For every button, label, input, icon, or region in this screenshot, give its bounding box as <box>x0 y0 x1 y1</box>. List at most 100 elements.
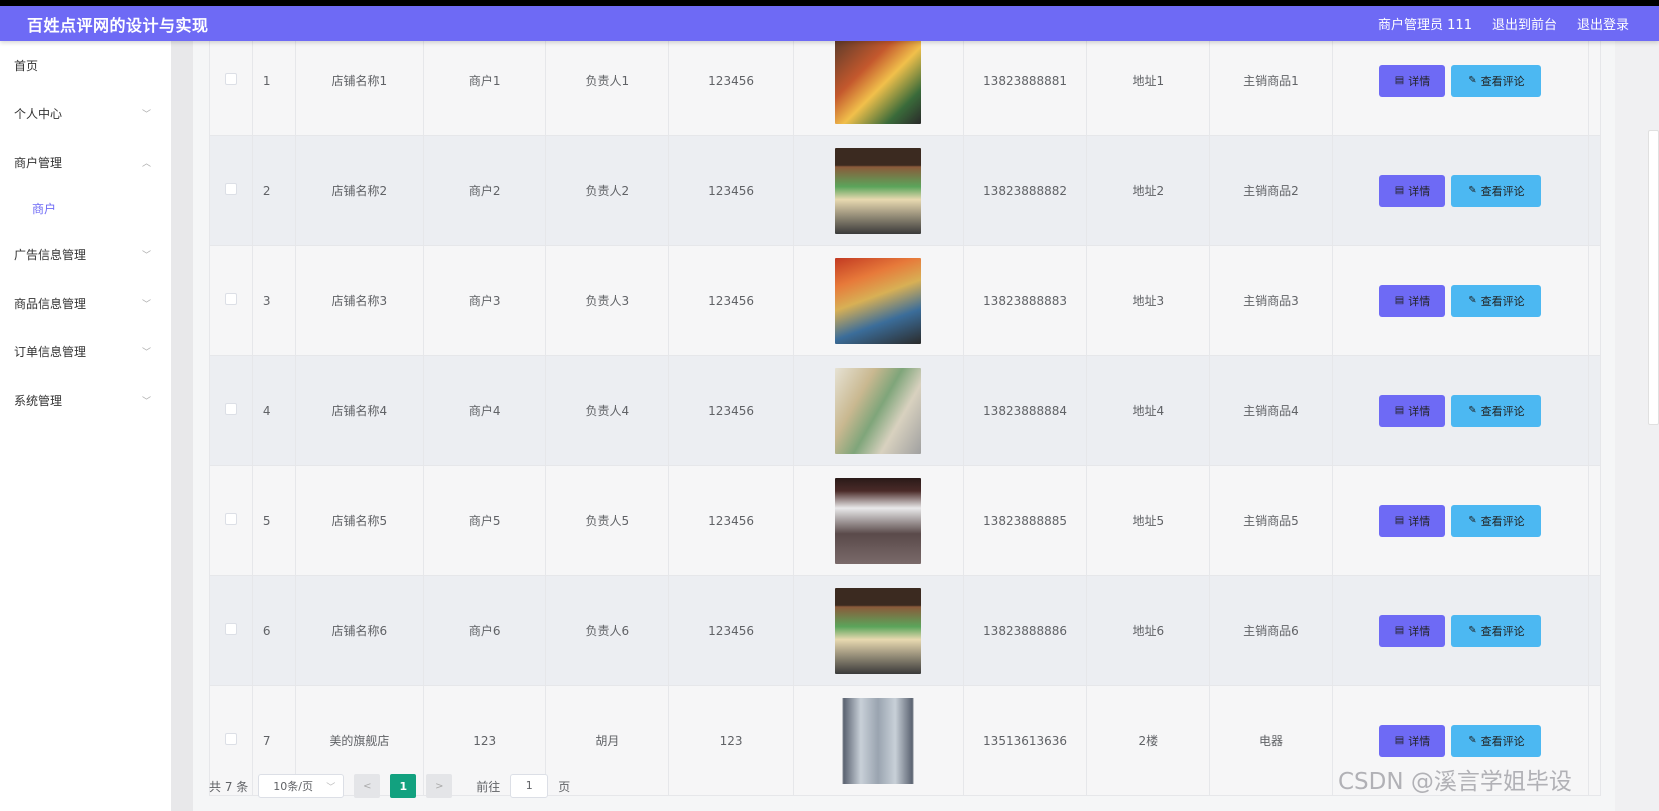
sidebar-item-label: 广告信息管理 <box>14 248 87 263</box>
view-reviews-label: 查看评论 <box>1480 184 1525 198</box>
shop-image-cell <box>792 25 964 136</box>
main-goods-cell: 主销商品5 <box>1209 465 1333 576</box>
edit-icon: ✎ <box>1468 515 1477 526</box>
table-row: 1 店铺名称1 商户1 负责人1 123456 13823888881 地址1 主销商品1 ▤ 详… <box>209 25 1601 136</box>
shop-image <box>835 147 922 234</box>
row-checkbox[interactable] <box>224 293 237 305</box>
view-reviews-button[interactable]: ✎ 查看评论 <box>1451 394 1542 427</box>
sidebar-item-ad-management[interactable]: 广告信息管理 ﹀ <box>0 231 171 280</box>
view-reviews-label: 查看评论 <box>1480 734 1525 748</box>
detail-button-label: 详情 <box>1408 734 1431 748</box>
prev-page-button[interactable]: < <box>354 774 381 798</box>
row-checkbox[interactable] <box>224 733 237 745</box>
main-content: 1 店铺名称1 商户1 负责人1 123456 13823888881 地址1 主销商品1 ▤ 详… <box>193 25 1615 811</box>
view-reviews-button[interactable]: ✎ 查看评论 <box>1451 724 1542 757</box>
address-cell: 地址5 <box>1086 465 1211 576</box>
sidebar-item-order-management[interactable]: 订单信息管理 ﹀ <box>0 328 171 377</box>
sidebar-item-product-management[interactable]: 商品信息管理 ﹀ <box>0 279 171 328</box>
view-reviews-label: 查看评论 <box>1480 294 1525 308</box>
row-index: 4 <box>251 355 296 466</box>
address-cell: 地址1 <box>1086 25 1211 136</box>
edit-icon: ✎ <box>1468 735 1477 746</box>
row-checkbox[interactable] <box>224 403 237 415</box>
view-reviews-button[interactable]: ✎ 查看评论 <box>1451 284 1542 317</box>
phone-cell: 13823888884 <box>962 355 1088 466</box>
row-index: 2 <box>251 135 296 246</box>
main-goods-cell: 主销商品1 <box>1209 25 1333 136</box>
view-reviews-label: 查看评论 <box>1480 404 1525 418</box>
back-to-front-link[interactable]: 退出到前台 <box>1492 14 1557 33</box>
shop-image <box>835 257 922 344</box>
view-reviews-button[interactable]: ✎ 查看评论 <box>1451 504 1542 537</box>
merchant-table: 1 店铺名称1 商户1 负责人1 123456 13823888881 地址1 主销商品1 ▤ 详… <box>209 25 1601 796</box>
row-index: 3 <box>251 245 296 356</box>
row-index: 6 <box>251 575 296 686</box>
chevron-left-icon: < <box>363 780 372 792</box>
view-reviews-button[interactable]: ✎ 查看评论 <box>1451 64 1542 97</box>
row-select-cell <box>209 575 253 686</box>
actions-cell: ▤ 详情 ✎ 查看评论 <box>1331 465 1590 576</box>
phone-cell: 13823888881 <box>962 25 1088 136</box>
row-spacer <box>1588 685 1601 796</box>
contact-person-cell: 负责人6 <box>545 575 670 686</box>
password-cell: 123456 <box>668 575 794 686</box>
view-reviews-label: 查看评论 <box>1480 514 1525 528</box>
address-cell: 2楼 <box>1086 685 1211 796</box>
row-checkbox[interactable] <box>224 73 237 85</box>
view-reviews-button[interactable]: ✎ 查看评论 <box>1451 614 1542 647</box>
detail-button-label: 详情 <box>1408 74 1431 88</box>
chevron-down-icon: ﹀ <box>141 396 151 407</box>
shop-image-cell <box>792 135 964 246</box>
sidebar-item-merchant[interactable]: 商户 <box>0 187 171 231</box>
detail-button[interactable]: ▤ 详情 <box>1379 504 1446 537</box>
sidebar-item-label: 订单信息管理 <box>14 345 87 360</box>
sidebar-item-home[interactable]: 首页 <box>0 41 171 90</box>
detail-button[interactable]: ▤ 详情 <box>1379 64 1446 97</box>
next-page-button[interactable]: > <box>426 774 453 798</box>
detail-button[interactable]: ▤ 详情 <box>1379 614 1446 647</box>
contact-person-cell: 负责人2 <box>545 135 670 246</box>
document-icon: ▤ <box>1394 405 1405 416</box>
shop-image <box>835 697 922 784</box>
document-icon: ▤ <box>1394 515 1405 526</box>
detail-button-label: 详情 <box>1408 514 1431 528</box>
detail-button[interactable]: ▤ 详情 <box>1379 284 1446 317</box>
main-goods-cell: 电器 <box>1209 685 1333 796</box>
row-checkbox[interactable] <box>224 623 237 635</box>
merchant-account-cell: 商户6 <box>423 575 547 686</box>
merchant-account-cell: 商户4 <box>423 355 547 466</box>
row-checkbox[interactable] <box>224 513 237 525</box>
sidebar-item-label: 商户 <box>32 202 57 216</box>
vertical-scrollbar[interactable] <box>1648 130 1659 425</box>
page-number-current[interactable]: 1 <box>390 774 417 798</box>
phone-cell: 13513613636 <box>962 685 1088 796</box>
sidebar-item-merchant-management[interactable]: 商户管理 ︿ <box>0 138 171 187</box>
password-cell: 123456 <box>668 25 794 136</box>
table-row: 4 店铺名称4 商户4 负责人4 123456 13823888884 地址4 主销商品4 ▤ 详… <box>209 355 1601 466</box>
document-icon: ▤ <box>1394 185 1405 196</box>
detail-button-label: 详情 <box>1408 184 1431 198</box>
goto-suffix: 页 <box>558 779 571 794</box>
detail-button[interactable]: ▤ 详情 <box>1379 724 1446 757</box>
app-title: 百姓点评网的设计与实现 <box>27 15 209 35</box>
detail-button-label: 详情 <box>1408 294 1431 308</box>
detail-button-label: 详情 <box>1408 624 1431 638</box>
shop-name-cell: 店铺名称2 <box>294 135 425 246</box>
document-icon: ▤ <box>1394 735 1405 746</box>
detail-button[interactable]: ▤ 详情 <box>1379 394 1446 427</box>
password-cell: 123456 <box>668 245 794 356</box>
logout-link[interactable]: 退出登录 <box>1577 14 1629 33</box>
address-cell: 地址3 <box>1086 245 1211 356</box>
goto-page-input[interactable]: 1 <box>510 774 549 798</box>
sidebar-item-system-management[interactable]: 系统管理 ﹀ <box>0 376 171 425</box>
view-reviews-button[interactable]: ✎ 查看评论 <box>1451 174 1542 207</box>
page-size-select[interactable]: 10条/页 ﹀ <box>258 774 345 798</box>
edit-icon: ✎ <box>1468 75 1477 86</box>
chevron-down-icon: ﹀ <box>141 251 151 262</box>
phone-cell: 13823888886 <box>962 575 1088 686</box>
detail-button[interactable]: ▤ 详情 <box>1379 174 1446 207</box>
actions-cell: ▤ 详情 ✎ 查看评论 <box>1331 575 1590 686</box>
row-checkbox[interactable] <box>224 183 237 195</box>
sidebar-item-personal-center[interactable]: 个人中心 ﹀ <box>0 90 171 139</box>
shop-image-cell <box>792 575 964 686</box>
